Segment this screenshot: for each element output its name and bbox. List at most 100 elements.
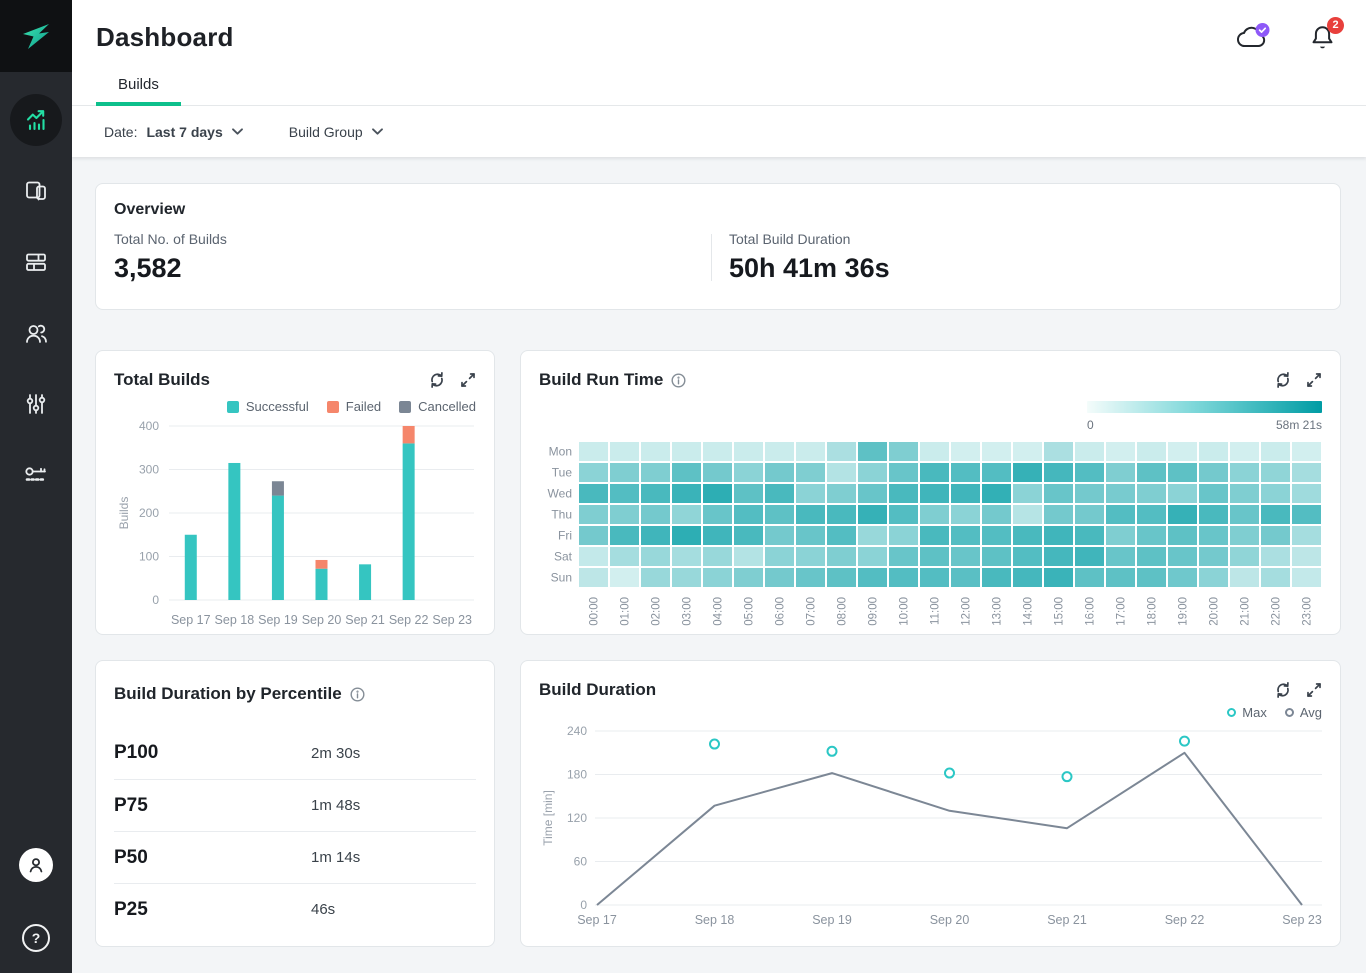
svg-text:05:00: 05:00 [744, 597, 756, 626]
heatmap-cell [1075, 463, 1104, 482]
build-run-time-chart: MonTueWedThuFriSatSun00:0001:0002:0003:0… [539, 442, 1322, 635]
cloud-status-button[interactable] [1235, 23, 1271, 51]
heatmap-cell [703, 463, 732, 482]
heatmap-cell [1106, 526, 1135, 545]
refresh-icon[interactable] [428, 371, 446, 389]
notifications-button[interactable]: 2 [1309, 23, 1336, 52]
build-duration-plot: 060120180240Time [min]Sep 17Sep 18Sep 19… [539, 722, 1324, 930]
legend-item-successful[interactable]: Successful [227, 399, 309, 414]
date-filter[interactable]: Date: Last 7 days [104, 124, 243, 140]
heatmap-cell [1261, 463, 1290, 482]
svg-text:21:00: 21:00 [1240, 597, 1252, 626]
heatmap-cell [889, 463, 918, 482]
heatmap-cell [1013, 484, 1042, 503]
expand-icon[interactable] [1306, 682, 1322, 698]
sidebar-item-api-keys[interactable] [10, 449, 62, 501]
total-builds-legend: Successful Failed Cancelled [114, 399, 476, 414]
sidebar-item-insights[interactable] [10, 94, 62, 146]
build-group-filter[interactable]: Build Group [289, 124, 383, 140]
heatmap-cell [1168, 568, 1197, 587]
heatmap-cell [1261, 484, 1290, 503]
sidebar-item-apps[interactable] [10, 165, 62, 217]
percentile-card: Build Duration by Percentile P100 2m 30s… [95, 660, 495, 947]
svg-text:19:00: 19:00 [1178, 597, 1190, 626]
legend-item-cancelled[interactable]: Cancelled [399, 399, 476, 414]
refresh-icon[interactable] [1274, 681, 1292, 699]
legend-item-avg[interactable]: Avg [1285, 705, 1322, 720]
svg-text:01:00: 01:00 [620, 597, 632, 626]
heatmap-cell [1137, 547, 1166, 566]
total-builds-label: Total No. of Builds [114, 231, 711, 247]
legend-item-failed[interactable]: Failed [327, 399, 381, 414]
legend-ring [1227, 708, 1236, 717]
svg-text:Tue: Tue [552, 466, 573, 480]
chevron-down-icon [372, 128, 383, 135]
heatmap-cell [1230, 547, 1259, 566]
svg-text:03:00: 03:00 [682, 597, 694, 626]
build-duration-card: Build Duration [520, 660, 1341, 947]
max-marker [945, 769, 954, 778]
svg-text:200: 200 [139, 506, 159, 520]
apps-icon [23, 178, 49, 204]
legend-swatch [399, 401, 411, 413]
heatmap-cell [765, 463, 794, 482]
heatmap-cell [1013, 463, 1042, 482]
heatmap-cell [703, 484, 732, 503]
insights-chart-icon [22, 106, 50, 134]
bar-segment-successful [272, 496, 284, 600]
svg-text:Sep 19: Sep 19 [812, 913, 852, 927]
svg-text:Sep 17: Sep 17 [171, 613, 211, 627]
heatmap-cell [703, 505, 732, 524]
release-board-icon [23, 249, 49, 275]
refresh-icon[interactable] [1274, 371, 1292, 389]
heatmap-cell [641, 463, 670, 482]
total-builds-card: Total Builds [95, 350, 495, 635]
svg-text:Sep 18: Sep 18 [695, 913, 735, 927]
logo-button[interactable] [0, 0, 72, 72]
heatmap-cell [982, 568, 1011, 587]
sidebar-item-team[interactable] [10, 307, 62, 359]
heatmap-cell [796, 463, 825, 482]
content: Overview Total No. of Builds 3,582 Total… [72, 157, 1366, 973]
heatmap-cell [1075, 442, 1104, 461]
total-builds-value: 3,582 [114, 253, 711, 284]
sidebar: ? [0, 0, 72, 973]
svg-text:Mon: Mon [549, 445, 572, 459]
heatmap-cell [765, 547, 794, 566]
user-avatar[interactable] [19, 848, 53, 882]
heatmap-cell [610, 547, 639, 566]
sidebar-item-settings[interactable] [10, 378, 62, 430]
info-icon[interactable] [350, 687, 365, 702]
heatmap-cell [1137, 484, 1166, 503]
notification-count-badge: 2 [1327, 17, 1344, 34]
heatmap-cell [1044, 505, 1073, 524]
svg-text:100: 100 [139, 550, 159, 564]
expand-icon[interactable] [460, 372, 476, 388]
heatmap-cell [1230, 526, 1259, 545]
legend-item-max[interactable]: Max [1227, 705, 1267, 720]
heatmap-cell [734, 484, 763, 503]
heatmap-cell [982, 442, 1011, 461]
expand-icon[interactable] [1306, 372, 1322, 388]
overview-card: Overview Total No. of Builds 3,582 Total… [95, 183, 1341, 310]
percentile-row: P100 2m 30s [114, 727, 476, 779]
scale-max-label: 58m 21s [1276, 418, 1322, 432]
page-title: Dashboard [96, 22, 234, 53]
sidebar-item-releases[interactable] [10, 236, 62, 288]
svg-text:06:00: 06:00 [775, 597, 787, 626]
svg-text:180: 180 [567, 768, 587, 782]
heatmap-cell [734, 526, 763, 545]
help-button[interactable]: ? [22, 924, 50, 952]
brand-logo-icon [19, 21, 53, 51]
overview-title: Overview [114, 201, 1322, 219]
tab-builds[interactable]: Builds [96, 74, 181, 105]
svg-text:20:00: 20:00 [1209, 597, 1221, 626]
info-icon[interactable] [671, 373, 686, 388]
heatmap-cell [579, 568, 608, 587]
heatmap-cell [703, 526, 732, 545]
svg-text:15:00: 15:00 [1054, 597, 1066, 626]
heatmap-scale: 0 58m 21s [1087, 401, 1322, 432]
svg-text:17:00: 17:00 [1116, 597, 1128, 626]
heatmap-cell [1292, 526, 1321, 545]
svg-text:13:00: 13:00 [992, 597, 1004, 626]
